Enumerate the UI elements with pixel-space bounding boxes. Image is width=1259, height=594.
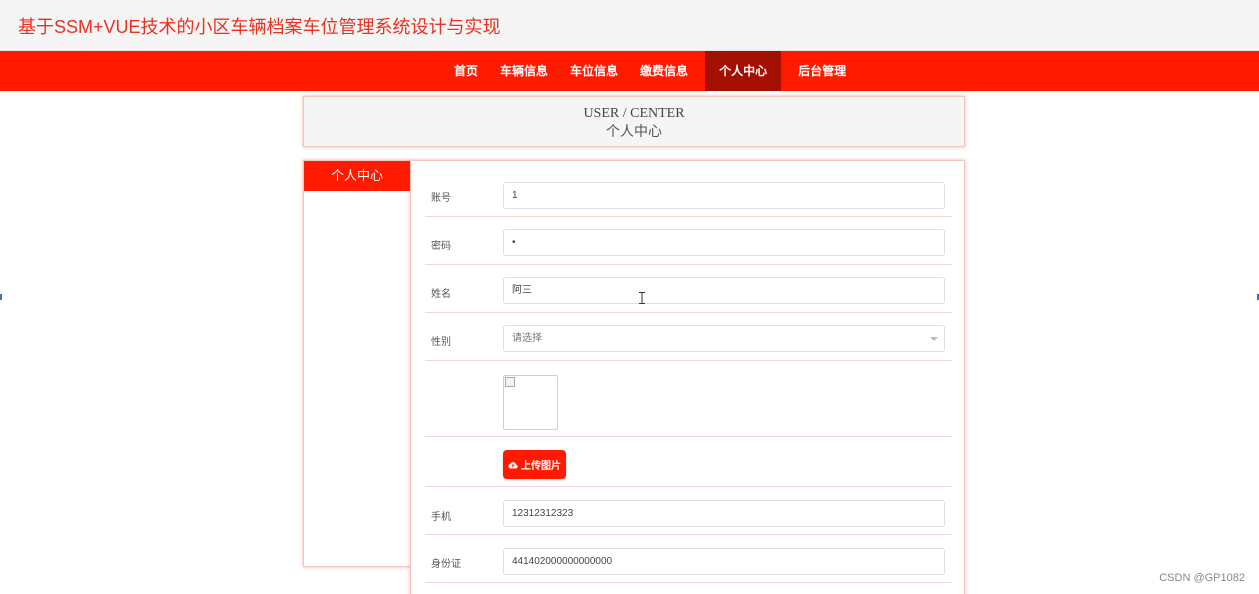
broken-image-icon	[505, 377, 515, 387]
profile-form: 账号 1 密码 • 姓名 阿三 性别 请选择 上传图片 手机 123123123…	[410, 160, 965, 594]
phone-label: 手机	[431, 512, 451, 523]
window-edge-marker-left	[0, 294, 2, 300]
site-title: 基于SSM+VUE技术的小区车辆档案车位管理系统设计与实现	[18, 17, 501, 37]
form-row-avatar	[425, 361, 952, 437]
nav-item-admin[interactable]: 后台管理	[787, 51, 857, 91]
nav-item-vehicle-info[interactable]: 车辆信息	[489, 51, 559, 91]
form-row-phone: 手机 12312312323	[425, 487, 952, 535]
gender-label: 性别	[431, 337, 451, 348]
main-nav: 首页 车辆信息 车位信息 缴费信息 个人中心 后台管理	[0, 51, 1259, 91]
sidebar: 个人中心	[303, 160, 411, 567]
password-label: 密码	[431, 241, 451, 252]
text-cursor-icon	[639, 292, 645, 304]
name-input[interactable]: 阿三	[503, 277, 945, 304]
account-input[interactable]: 1	[503, 182, 945, 209]
form-row-id-card: 身份证 441402000000000000	[425, 535, 952, 583]
account-label: 账号	[431, 193, 451, 204]
avatar-image[interactable]	[503, 375, 558, 430]
gender-placeholder: 请选择	[512, 333, 542, 344]
nav-item-user-center[interactable]: 个人中心	[705, 51, 782, 91]
upload-image-button[interactable]: 上传图片	[503, 450, 566, 479]
cloud-upload-icon	[508, 461, 518, 468]
nav-items: 首页 车辆信息 车位信息 缴费信息 个人中心 后台管理	[443, 51, 857, 91]
nav-item-payment-info[interactable]: 缴费信息	[629, 51, 699, 91]
name-value: 阿三	[512, 285, 532, 296]
form-row-upload: 上传图片	[425, 437, 952, 487]
banner-title-cn: 个人中心	[606, 125, 662, 140]
site-header: 基于SSM+VUE技术的小区车辆档案车位管理系统设计与实现	[0, 0, 1259, 51]
banner-title-en: USER / CENTER	[583, 106, 685, 121]
form-row-gender: 性别 请选择	[425, 313, 952, 361]
page-banner: USER / CENTER 个人中心	[303, 96, 965, 147]
chevron-down-icon	[930, 337, 938, 341]
password-input[interactable]: •	[503, 229, 945, 256]
nav-item-parking-info[interactable]: 车位信息	[559, 51, 629, 91]
form-row-account: 账号 1	[425, 175, 952, 217]
sidebar-item-user-center[interactable]: 个人中心	[304, 161, 410, 191]
upload-button-label: 上传图片	[521, 461, 561, 472]
form-row-name: 姓名 阿三	[425, 265, 952, 313]
watermark: CSDN @GP1082	[1159, 572, 1245, 584]
nav-item-home[interactable]: 首页	[443, 51, 489, 91]
form-row-password: 密码 •	[425, 217, 952, 265]
gender-select[interactable]: 请选择	[503, 325, 945, 352]
id-card-label: 身份证	[431, 559, 461, 570]
name-label: 姓名	[431, 289, 451, 300]
id-card-input[interactable]: 441402000000000000	[503, 548, 945, 575]
phone-input[interactable]: 12312312323	[503, 500, 945, 527]
